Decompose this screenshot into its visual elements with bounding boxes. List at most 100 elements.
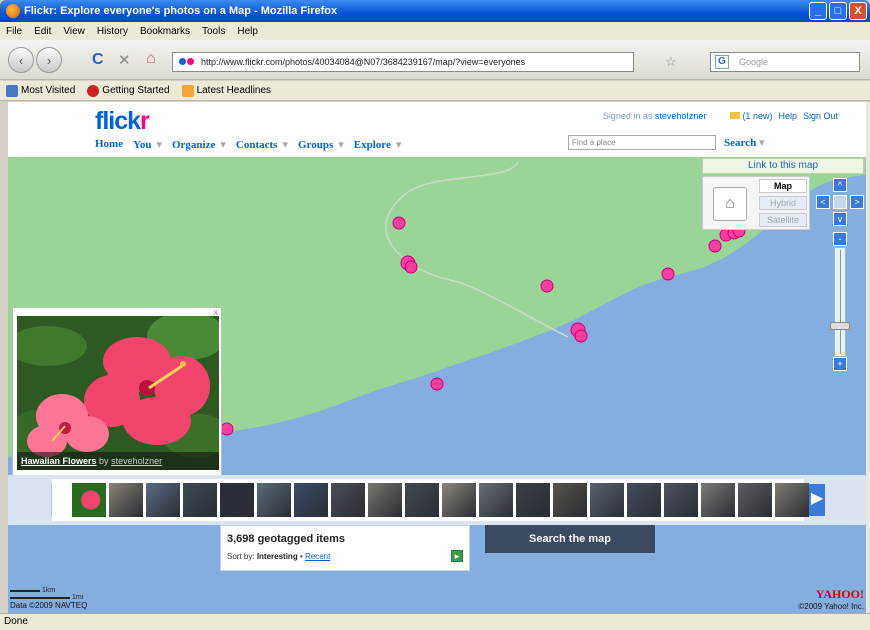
photo-marker[interactable]	[392, 216, 406, 230]
filmstrip-thumb[interactable]	[516, 483, 550, 517]
photo-marker[interactable]	[430, 377, 444, 391]
vertical-scrollbar[interactable]	[866, 102, 870, 613]
filmstrip-thumb[interactable]	[331, 483, 365, 517]
help-link[interactable]: Help	[778, 111, 797, 121]
pan-left-button[interactable]: <	[816, 195, 830, 209]
filmstrip-thumb[interactable]	[109, 483, 143, 517]
filmstrip-thumb[interactable]	[738, 483, 772, 517]
menu-history[interactable]: History	[97, 26, 128, 37]
flickr-logo[interactable]: flickr	[95, 107, 150, 136]
zoom-in-button[interactable]: +	[833, 357, 847, 371]
filmstrip-thumb[interactable]	[294, 483, 328, 517]
filmstrip-thumb[interactable]	[627, 483, 661, 517]
filmstrip-thumb[interactable]	[257, 483, 291, 517]
photo-marker[interactable]	[540, 279, 554, 293]
photo-marker[interactable]	[404, 260, 418, 274]
chevron-down-icon: ▾	[395, 139, 402, 151]
menu-tools[interactable]: Tools	[202, 26, 225, 37]
search-the-map-button[interactable]: Search the map	[485, 525, 655, 553]
reload-icon[interactable]: C	[92, 51, 104, 69]
nav-contacts[interactable]: Contacts ▾	[236, 138, 288, 151]
zoom-slider[interactable]	[834, 247, 846, 357]
bookmark-star-icon[interactable]: ☆	[665, 54, 677, 70]
filmstrip-thumb[interactable]	[553, 483, 587, 517]
filmstrip-next-button[interactable]: ▶	[809, 484, 825, 516]
url-bar[interactable]: http://www.flickr.com/photos/40034084@N0…	[172, 52, 634, 72]
window-titlebar: Flickr: Explore everyone's photos on a M…	[0, 0, 870, 22]
filmstrip-thumb[interactable]	[664, 483, 698, 517]
filmstrip-thumbs	[52, 479, 809, 521]
photo-thumbnail[interactable]: Hawaiian Flowers by steveholzner	[17, 316, 219, 470]
home-icon[interactable]: ⌂	[713, 187, 747, 221]
username-link[interactable]: stevehoIzner	[655, 111, 707, 121]
chevron-down-icon: ▾	[282, 139, 288, 151]
menu-view[interactable]: View	[63, 26, 85, 37]
pan-right-button[interactable]: >	[850, 195, 864, 209]
window-title: Flickr: Explore everyone's photos on a M…	[24, 5, 338, 17]
filmstrip-thumb[interactable]	[701, 483, 735, 517]
zoom-out-button[interactable]: -	[833, 232, 847, 246]
filmstrip-thumb[interactable]	[146, 483, 180, 517]
sort-recent-link[interactable]: Recent	[305, 552, 330, 561]
home-icon[interactable]: ⌂	[146, 50, 156, 68]
chevron-down-icon: ▾	[220, 139, 226, 151]
bookmark-most-visited[interactable]: Most Visited	[6, 84, 75, 97]
chevron-down-icon: ▾	[156, 139, 162, 151]
photo-marker[interactable]	[574, 329, 588, 343]
map-type-hybrid[interactable]: Hybrid	[759, 196, 807, 210]
nav-home[interactable]: Home	[95, 138, 123, 151]
pan-down-button[interactable]: v	[833, 212, 847, 226]
filmstrip-thumb[interactable]	[368, 483, 402, 517]
url-text: http://www.flickr.com/photos/40034084@N0…	[201, 57, 526, 67]
menu-bookmarks[interactable]: Bookmarks	[140, 26, 190, 37]
filmstrip-thumb[interactable]	[775, 483, 809, 517]
photo-marker[interactable]	[220, 422, 234, 436]
stop-icon[interactable]: ✕	[118, 51, 131, 69]
photo-title-link[interactable]: Hawaiian Flowers	[21, 456, 97, 466]
minimize-button[interactable]: _	[809, 2, 827, 20]
photo-owner-link[interactable]: steveholzner	[111, 456, 162, 466]
zoom-slider-thumb[interactable]	[830, 322, 850, 331]
filmstrip-thumb[interactable]	[590, 483, 624, 517]
link-to-map-button[interactable]: Link to this map	[702, 158, 864, 174]
map-type-satellite[interactable]: Satellite	[759, 213, 807, 227]
filmstrip-thumb[interactable]	[479, 483, 513, 517]
photo-marker[interactable]	[661, 267, 675, 281]
filmstrip-thumb[interactable]	[183, 483, 217, 517]
chevron-down-icon: ▾	[338, 139, 344, 151]
pan-up-button[interactable]: ^	[833, 178, 847, 192]
search-engine-icon[interactable]: G	[715, 55, 729, 69]
maximize-button[interactable]: □	[829, 2, 847, 20]
menu-help[interactable]: Help	[237, 26, 258, 37]
filmstrip-thumb[interactable]	[405, 483, 439, 517]
status-bar: Done	[0, 613, 870, 630]
menu-edit[interactable]: Edit	[34, 26, 51, 37]
map-data-attribution: Data ©2009 NAVTEQ	[10, 601, 88, 610]
photo-marker[interactable]	[708, 239, 722, 253]
menu-file[interactable]: File	[6, 26, 22, 37]
filmstrip: ◀ ▶	[8, 475, 866, 525]
yahoo-logo[interactable]: YAHOO!	[798, 587, 864, 602]
back-button[interactable]: ‹	[8, 47, 34, 73]
geotagged-count: 3,698 geotagged items	[227, 533, 345, 545]
nav-organize[interactable]: Organize ▾	[172, 138, 226, 151]
find-place-input[interactable]: Find a place	[568, 135, 716, 150]
filmstrip-thumb[interactable]	[442, 483, 476, 517]
search-link[interactable]: Search ▾	[724, 136, 764, 149]
nav-you[interactable]: You ▾	[133, 138, 162, 151]
bookmark-getting-started[interactable]: Getting Started	[87, 84, 170, 97]
pan-center[interactable]	[833, 195, 847, 209]
inbox-link[interactable]: (1 new)	[730, 111, 772, 121]
signout-link[interactable]: Sign Out	[803, 111, 838, 121]
bookmark-latest-headlines[interactable]: Latest Headlines	[181, 84, 271, 97]
map-view[interactable]: Link to this map ⌂ Map Hybrid Satellite …	[8, 157, 866, 475]
map-type-map[interactable]: Map	[759, 179, 807, 193]
forward-button[interactable]: ›	[36, 47, 62, 73]
nav-groups[interactable]: Groups ▾	[298, 138, 344, 151]
filmstrip-thumb[interactable]	[70, 481, 108, 519]
close-button[interactable]: X	[849, 2, 867, 20]
nav-explore[interactable]: Explore ▾	[354, 138, 402, 151]
search-engine-box[interactable]: G Google	[710, 52, 860, 72]
filmstrip-thumb[interactable]	[220, 483, 254, 517]
next-arrow-icon[interactable]: ▸	[451, 550, 463, 562]
